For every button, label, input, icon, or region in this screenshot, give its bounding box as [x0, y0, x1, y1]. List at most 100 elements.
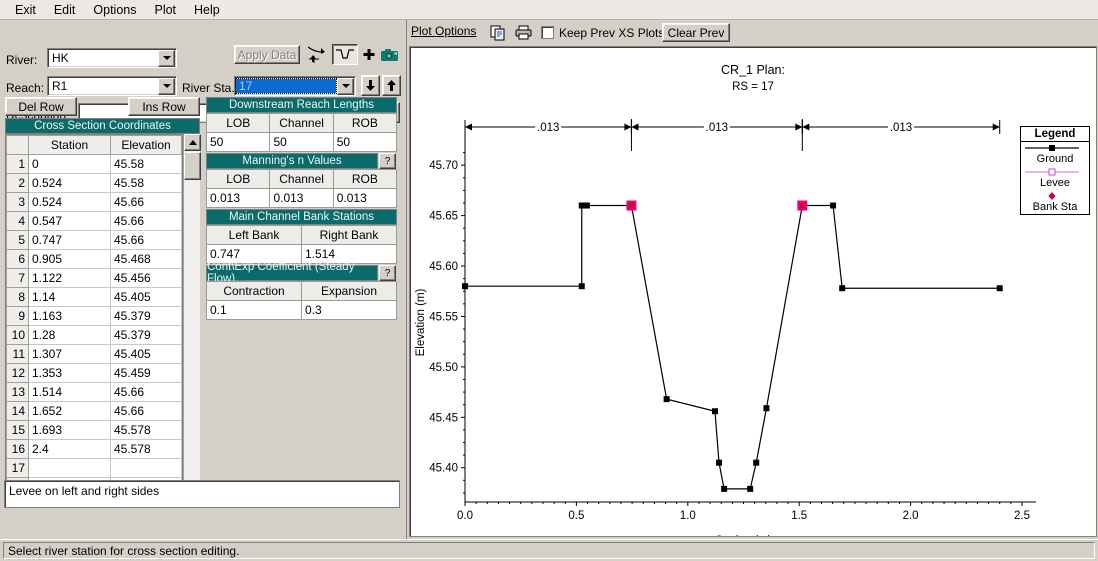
- cont-exp-coefficient-table[interactable]: Contraction Expansion 0.1 0.3: [206, 281, 397, 320]
- mannings-n-values-title: Manning's n Values: [206, 153, 378, 169]
- print-button[interactable]: [512, 22, 534, 43]
- coordinates-scrollbar[interactable]: [183, 134, 201, 502]
- cross-section-icon: [336, 49, 354, 59]
- x-tick-label: 1.0: [680, 510, 696, 522]
- chart-subtitle: RS = 17: [732, 81, 774, 93]
- elevation-cell[interactable]: 45.66: [110, 401, 182, 421]
- chevron-down-icon[interactable]: [337, 77, 354, 95]
- clear-prev-button[interactable]: Clear Prev: [662, 23, 730, 42]
- next-station-button[interactable]: [382, 75, 401, 96]
- add-point-button[interactable]: [360, 44, 378, 65]
- menu-item-plot[interactable]: Plot: [145, 2, 185, 18]
- ground-point-marker: [578, 202, 585, 209]
- arrow-right-icon: [795, 123, 803, 131]
- elevation-cell[interactable]: 45.578: [110, 439, 182, 459]
- elevation-cell[interactable]: 45.66: [110, 230, 182, 250]
- reach-combo[interactable]: R1: [47, 76, 177, 96]
- mannings-n-values-table[interactable]: LOB Channel ROB 0.013 0.013 0.013: [205, 169, 398, 208]
- lob-reach-length-input[interactable]: 50: [205, 132, 271, 152]
- station-cell[interactable]: 1.307: [28, 344, 111, 364]
- station-cell[interactable]: 0.524: [28, 192, 111, 212]
- elevation-cell[interactable]: 45.66: [110, 192, 182, 212]
- copy-to-clipboard-button[interactable]: [487, 22, 509, 43]
- station-cell[interactable]: [28, 458, 111, 478]
- elevation-cell[interactable]: 45.379: [110, 306, 182, 326]
- river-sta-value: 17: [235, 78, 337, 94]
- table-row: 17: [6, 458, 182, 478]
- ins-row-button[interactable]: Ins Row: [128, 97, 200, 116]
- station-cell[interactable]: 1.353: [28, 363, 111, 383]
- menu-item-edit[interactable]: Edit: [45, 2, 85, 18]
- apply-data-button[interactable]: Apply Data: [234, 45, 300, 64]
- table-row: 0.1 0.3: [206, 300, 397, 320]
- station-cell[interactable]: 1.652: [28, 401, 111, 421]
- station-cell[interactable]: 0: [28, 154, 111, 174]
- elevation-cell[interactable]: 45.456: [110, 268, 182, 288]
- cross-section-plot[interactable]: CR_1 Plan: RS = 17 45.40 45.45 45.50 45.55 4…: [409, 46, 1097, 537]
- scrollbar-thumb[interactable]: [184, 152, 201, 180]
- channel-mannings-input[interactable]: 0.013: [269, 188, 334, 208]
- plot-svg-canvas: 45.40 45.45 45.50 45.55 45.60 45.65 45.70 0.0 0.…: [415, 119, 1036, 537]
- plus-icon: [363, 48, 375, 60]
- station-cell[interactable]: 1.163: [28, 306, 111, 326]
- x-tick-label: 0.5: [568, 510, 584, 522]
- chevron-down-icon[interactable]: [158, 77, 175, 95]
- mannings-help-button[interactable]: ?: [379, 153, 396, 169]
- rob-reach-length-input[interactable]: 50: [332, 132, 398, 152]
- scroll-up-button[interactable]: [184, 134, 201, 151]
- edit-points-tool-button[interactable]: [305, 44, 329, 65]
- elevation-cell[interactable]: 45.578: [110, 420, 182, 440]
- x-axis-label: Station (m): [715, 535, 771, 537]
- cont-exp-help-button[interactable]: ?: [379, 265, 396, 281]
- rob-mannings-input[interactable]: 0.013: [332, 188, 398, 208]
- elevation-cell[interactable]: 45.459: [110, 363, 182, 383]
- prev-station-button[interactable]: [361, 75, 380, 96]
- elevation-cell[interactable]: 45.58: [110, 154, 182, 174]
- plot-options-link[interactable]: Plot Options: [411, 24, 476, 38]
- station-cell[interactable]: 0.905: [28, 249, 111, 269]
- menu-item-help[interactable]: Help: [185, 2, 229, 18]
- station-cell[interactable]: 2.4: [28, 439, 111, 459]
- station-cell[interactable]: 0.524: [28, 173, 111, 193]
- station-cell[interactable]: 0.547: [28, 211, 111, 231]
- del-row-button[interactable]: Del Row: [5, 97, 77, 116]
- notes-input[interactable]: Levee on left and right sides: [4, 480, 400, 508]
- station-cell[interactable]: 1.693: [28, 420, 111, 440]
- row-number: 16: [6, 439, 29, 459]
- elevation-cell[interactable]: 45.468: [110, 249, 182, 269]
- elevation-cell[interactable]: 45.379: [110, 325, 182, 345]
- cross-section-coordinates-table[interactable]: Station Elevation 1 0 45.58 2 0.524 45.58 3 0.5…: [5, 134, 183, 502]
- expansion-input[interactable]: 0.3: [301, 300, 397, 320]
- table-row: 50 50 50: [205, 132, 398, 152]
- menu-item-exit[interactable]: Exit: [6, 2, 45, 18]
- station-cell[interactable]: 1.514: [28, 382, 111, 402]
- main-channel-bank-stations-table[interactable]: Left Bank Right Bank 0.747 1.514: [206, 225, 397, 264]
- elevation-cell[interactable]: 45.66: [110, 211, 182, 231]
- elevation-cell[interactable]: [110, 458, 182, 478]
- ground-point-marker: [583, 202, 590, 209]
- station-cell[interactable]: 1.28: [28, 325, 111, 345]
- table-row: 15 1.693 45.578: [6, 420, 182, 440]
- elevation-cell[interactable]: 45.58: [110, 173, 182, 193]
- river-sta-combo[interactable]: 17: [234, 76, 356, 96]
- menu-item-options[interactable]: Options: [84, 2, 145, 18]
- table-row: 8 1.14 45.405: [6, 287, 182, 307]
- cross-section-view-button[interactable]: [332, 44, 358, 65]
- lob-mannings-input[interactable]: 0.013: [205, 188, 271, 208]
- chevron-down-icon[interactable]: [158, 49, 175, 67]
- river-combo[interactable]: HK: [47, 48, 177, 68]
- elevation-cell[interactable]: 45.66: [110, 382, 182, 402]
- contraction-input[interactable]: 0.1: [206, 300, 302, 320]
- row-number: 3: [6, 192, 29, 212]
- station-cell[interactable]: 1.14: [28, 287, 111, 307]
- channel-reach-length-input[interactable]: 50: [269, 132, 334, 152]
- elevation-cell[interactable]: 45.405: [110, 344, 182, 364]
- keep-prev-xs-plots-checkbox[interactable]: [541, 26, 554, 39]
- snapshot-button[interactable]: [379, 44, 401, 65]
- downstream-reach-lengths-table[interactable]: LOB Channel ROB 50 50 50: [205, 113, 398, 152]
- y-tick-label: 45.70: [429, 160, 458, 172]
- roughness-band-label: .013: [706, 122, 728, 134]
- station-cell[interactable]: 0.747: [28, 230, 111, 250]
- elevation-cell[interactable]: 45.405: [110, 287, 182, 307]
- station-cell[interactable]: 1.122: [28, 268, 111, 288]
